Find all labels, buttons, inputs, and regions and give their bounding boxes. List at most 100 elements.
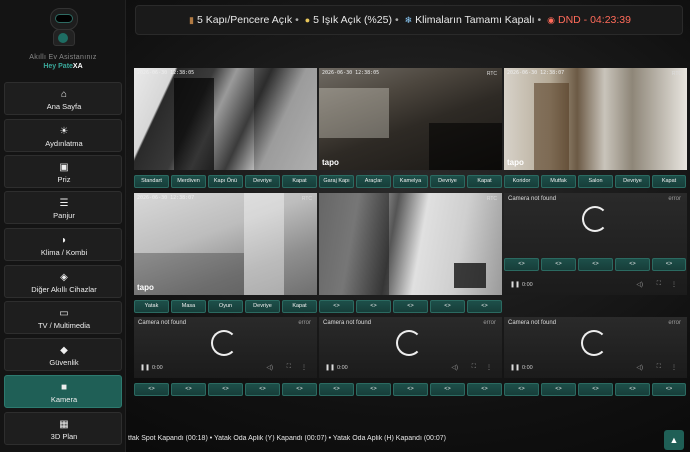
fullscreen-icon[interactable]: ⛶ (657, 364, 661, 371)
camera-timestamp: 2026-06-30 12:38:07 (137, 195, 195, 201)
preset-button[interactable]: Masa (171, 300, 206, 313)
camera-feed-1[interactable]: 2026-06-30 12:38:05 (134, 68, 317, 170)
nav-button[interactable]: <> (208, 383, 243, 396)
camera-rtc: RTC (486, 196, 497, 202)
preset-button[interactable]: Standart (134, 175, 169, 188)
nav-button[interactable]: <> (615, 258, 650, 271)
close-button[interactable]: Kapat (467, 175, 502, 188)
patrol-button[interactable]: Devriye (430, 175, 465, 188)
fullscreen-icon[interactable]: ⛶ (287, 364, 291, 371)
shield-icon: ◆ (60, 345, 68, 356)
volume-icon[interactable]: ◁) (266, 364, 273, 371)
preset-button[interactable]: Koridor (504, 175, 539, 188)
preset-button[interactable]: Kamelya (393, 175, 428, 188)
nav-button[interactable]: <> (578, 258, 613, 271)
sidebar-item-priz[interactable]: ▣ Priz (4, 155, 122, 188)
nav-button[interactable]: <> (578, 383, 613, 396)
volume-icon[interactable]: ◁) (636, 281, 643, 288)
preset-button[interactable]: Mutfak (541, 175, 576, 188)
sidebar-item-aydinlatma[interactable]: ☀ Aydınlatma (4, 119, 122, 152)
close-button[interactable]: Kapat (282, 175, 317, 188)
nav-button[interactable]: <> (356, 383, 391, 396)
sidebar-item-label: 3D Plan (50, 432, 78, 441)
camera-feed-3[interactable]: 2026-06-30 12:38:07 RTC tapo (504, 68, 687, 170)
camera-rtc: RTC (671, 71, 682, 77)
camera-feed-5[interactable]: RTC (319, 193, 502, 295)
nav-button[interactable]: <> (319, 383, 354, 396)
logo[interactable]: Akıllı Ev Asistanınız Hey PateXA (0, 0, 126, 78)
camera-feed-8[interactable]: Camera not found error ❚❚ 0:00 ◁) ⛶ ⋮ (319, 317, 502, 378)
sidebar-item-kamera[interactable]: ■ Kamera (4, 375, 122, 408)
fullscreen-icon[interactable]: ⛶ (657, 281, 661, 288)
nav-button[interactable]: <> (393, 300, 428, 313)
more-icon[interactable]: ⋮ (486, 364, 492, 371)
nav-button[interactable]: <> (467, 300, 502, 313)
nav-button[interactable]: <> (430, 383, 465, 396)
nav-button[interactable]: <> (504, 258, 539, 271)
camera-brand: tapo (137, 283, 154, 292)
camera-feed-9[interactable]: Camera not found error ❚❚ 0:00 ◁) ⛶ ⋮ (504, 317, 687, 378)
camera-timestamp: 2026-06-30 12:38:07 (507, 70, 565, 76)
power-outlet-icon: ▣ (59, 162, 69, 173)
camera-feed-2[interactable]: 2026-06-30 12:38:05 RTC tapo (319, 68, 502, 170)
sidebar-item-guvenlik[interactable]: ◆ Güvenlik (4, 338, 122, 371)
lights-status: 5 Işık Açık (%25) (313, 14, 392, 26)
video-time: 0:00 (522, 365, 533, 371)
nav-button[interactable]: <> (467, 383, 502, 396)
scroll-top-button[interactable]: ▲ (664, 430, 684, 450)
pause-icon[interactable]: ❚❚ (510, 364, 520, 371)
preset-button[interactable]: Salon (578, 175, 613, 188)
pause-icon[interactable]: ❚❚ (325, 364, 335, 371)
nav-button[interactable]: <> (393, 383, 428, 396)
nav-button[interactable]: <> (319, 300, 354, 313)
nav-button[interactable]: <> (430, 300, 465, 313)
camera-feed-6[interactable]: Camera not found error ❚❚ 0:00 ◁) ⛶ ⋮ (504, 193, 687, 295)
nav-button[interactable]: <> (615, 383, 650, 396)
close-button[interactable]: Kapat (652, 175, 686, 188)
preset-button[interactable]: Yatak (134, 300, 169, 313)
nav-button[interactable]: <> (171, 383, 206, 396)
patrol-button[interactable]: Devriye (615, 175, 650, 188)
preset-button[interactable]: Merdiven (171, 175, 206, 188)
nav-button[interactable]: <> (282, 383, 317, 396)
devices-icon: ◈ (60, 272, 68, 283)
preset-button[interactable]: Kapı Önü (208, 175, 243, 188)
nav-button[interactable]: <> (652, 258, 686, 271)
nav-button[interactable]: <> (356, 300, 391, 313)
camera-feed-4[interactable]: 2026-06-30 12:38:07 RTC tapo (134, 193, 317, 295)
patrol-button[interactable]: Devriye (245, 300, 280, 313)
pause-icon[interactable]: ❚❚ (140, 364, 150, 371)
more-icon[interactable]: ⋮ (671, 364, 677, 371)
nav-button[interactable]: <> (541, 258, 576, 271)
preset-button[interactable]: Garaj Kapı (319, 175, 354, 188)
more-icon[interactable]: ⋮ (301, 364, 307, 371)
camera-timestamp: 2026-06-30 12:38:05 (322, 70, 380, 76)
status-summary: ▮ 5 Kapı/Pencere Açık • ● 5 Işık Açık (%25)… (189, 14, 631, 26)
nav-button[interactable]: <> (504, 383, 539, 396)
sidebar-item-panjur[interactable]: ☰ Panjur (4, 191, 122, 224)
preset-button[interactable]: Araçlar (356, 175, 391, 188)
nav-button[interactable]: <> (245, 383, 280, 396)
nav-button[interactable]: <> (652, 383, 686, 396)
patrol-button[interactable]: Devriye (245, 175, 280, 188)
camera-error: error (668, 196, 681, 202)
sidebar-item-tv-multimedia[interactable]: ▭ TV / Multimedia (4, 301, 122, 334)
loading-spinner-icon (396, 330, 422, 356)
volume-icon[interactable]: ◁) (451, 364, 458, 371)
pause-icon[interactable]: ❚❚ (510, 281, 520, 288)
nav-button[interactable]: <> (134, 383, 169, 396)
sidebar-item-ana-sayfa[interactable]: ⌂ Ana Sayfa (4, 82, 122, 115)
volume-icon[interactable]: ◁) (636, 364, 643, 371)
more-icon[interactable]: ⋮ (671, 281, 677, 288)
sidebar-item-diger-akilli-cihazlar[interactable]: ◈ Diğer Akıllı Cihazlar (4, 265, 122, 298)
sidebar-item-klima-kombi[interactable]: ◗ Klima / Kombi (4, 228, 122, 261)
nav-button[interactable]: <> (541, 383, 576, 396)
fullscreen-icon[interactable]: ⛶ (472, 364, 476, 371)
logo-name: Hey PateXA (43, 63, 83, 70)
close-button[interactable]: Kapat (282, 300, 317, 313)
door-icon: ▮ (189, 15, 194, 25)
camera-feed-7[interactable]: Camera not found error ❚❚ 0:00 ◁) ⛶ ⋮ (134, 317, 317, 378)
preset-button[interactable]: Oyun (208, 300, 243, 313)
sidebar-item-label: Ana Sayfa (46, 102, 82, 111)
sidebar-item-3d-plan[interactable]: ▦ 3D Plan (4, 412, 122, 445)
